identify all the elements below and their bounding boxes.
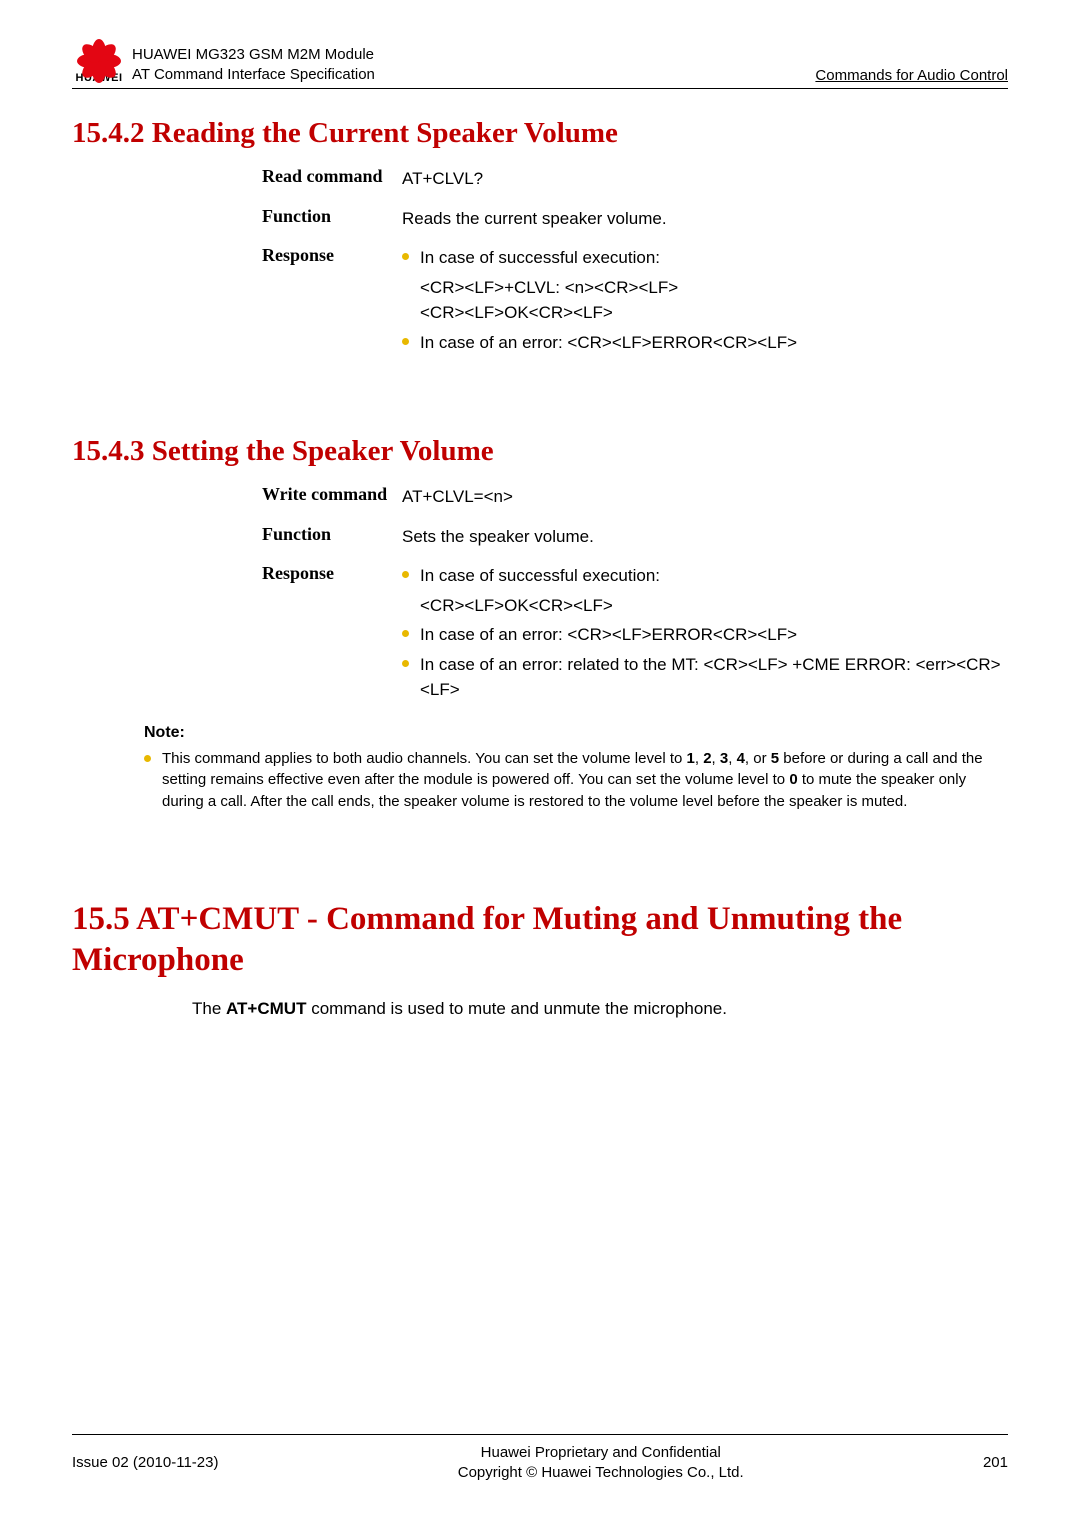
- value-function2: Sets the speaker volume.: [402, 524, 594, 550]
- row-response: Response In case of successful execution…: [262, 245, 1008, 359]
- footer-center-1: Huawei Proprietary and Confidential: [458, 1443, 744, 1463]
- label-function2: Function: [262, 524, 402, 545]
- label-response: Response: [262, 245, 402, 266]
- resp-text: In case of an error: related to the MT: …: [420, 655, 1001, 700]
- footer-left: Issue 02 (2010-11-23): [72, 1454, 218, 1471]
- resp-item: In case of successful execution: <CR><LF…: [402, 245, 797, 326]
- doc-line: AT Command Interface Specification: [132, 65, 375, 85]
- value-write-command: AT+CLVL=<n>: [402, 484, 513, 510]
- definition-list-1542: Read command AT+CLVL? Function Reads the…: [262, 166, 1008, 359]
- row-write-command: Write command AT+CLVL=<n>: [262, 484, 1008, 510]
- resp-line: <CR><LF>OK<CR><LF>: [420, 593, 1008, 619]
- section-155-para: The AT+CMUT command is used to mute and …: [192, 999, 1008, 1019]
- row-response2: Response In case of successful execution…: [262, 563, 1008, 707]
- label-function: Function: [262, 206, 402, 227]
- footer-center-2: Copyright © Huawei Technologies Co., Ltd…: [458, 1463, 744, 1483]
- definition-list-1543: Write command AT+CLVL=<n> Function Sets …: [262, 484, 1008, 707]
- label-write-command: Write command: [262, 484, 402, 505]
- note-item: This command applies to both audio chann…: [144, 748, 1008, 813]
- header-left: HUAWEI HUAWEI MG323 GSM M2M Module AT Co…: [72, 30, 375, 84]
- label-read-command: Read command: [262, 166, 402, 187]
- note-title: Note:: [144, 721, 1008, 744]
- resp-item: In case of successful execution: <CR><LF…: [402, 563, 1008, 618]
- footer-center: Huawei Proprietary and Confidential Copy…: [458, 1443, 744, 1484]
- resp-text: In case of an error: <CR><LF>ERROR<CR><L…: [420, 625, 797, 644]
- row-function: Function Reads the current speaker volum…: [262, 206, 1008, 232]
- product-line: HUAWEI MG323 GSM M2M Module: [132, 45, 375, 65]
- footer-right: 201: [983, 1454, 1008, 1471]
- section-heading-1543: 15.4.3 Setting the Speaker Volume: [72, 435, 1008, 468]
- resp-item: In case of an error: <CR><LF>ERROR<CR><L…: [402, 622, 1008, 648]
- label-response2: Response: [262, 563, 402, 584]
- header-right: Commands for Audio Control: [815, 67, 1008, 84]
- value-response2: In case of successful execution: <CR><LF…: [402, 563, 1008, 707]
- resp-text: In case of successful execution:: [420, 566, 660, 585]
- resp-text: In case of an error: <CR><LF>ERROR<CR><L…: [420, 333, 797, 352]
- row-function2: Function Sets the speaker volume.: [262, 524, 1008, 550]
- section-heading-155: 15.5 AT+CMUT - Command for Muting and Un…: [72, 899, 1008, 982]
- value-read-command: AT+CLVL?: [402, 166, 483, 192]
- huawei-petals-icon: [77, 30, 121, 70]
- section-heading-1542: 15.4.2 Reading the Current Speaker Volum…: [72, 117, 1008, 150]
- page-header: HUAWEI HUAWEI MG323 GSM M2M Module AT Co…: [72, 30, 1008, 89]
- huawei-logo: HUAWEI: [72, 30, 126, 84]
- resp-text: In case of successful execution:: [420, 248, 660, 267]
- value-response: In case of successful execution: <CR><LF…: [402, 245, 797, 359]
- row-read-command: Read command AT+CLVL?: [262, 166, 1008, 192]
- resp-item: In case of an error: <CR><LF>ERROR<CR><L…: [402, 330, 797, 356]
- page-footer: Issue 02 (2010-11-23) Huawei Proprietary…: [72, 1434, 1008, 1484]
- value-function: Reads the current speaker volume.: [402, 206, 667, 232]
- header-titles: HUAWEI MG323 GSM M2M Module AT Command I…: [132, 45, 375, 84]
- resp-item: In case of an error: related to the MT: …: [402, 652, 1008, 703]
- resp-line: <CR><LF>OK<CR><LF>: [420, 300, 797, 326]
- resp-line: <CR><LF>+CLVL: <n><CR><LF>: [420, 275, 797, 301]
- note-block: Note: This command applies to both audio…: [144, 721, 1008, 813]
